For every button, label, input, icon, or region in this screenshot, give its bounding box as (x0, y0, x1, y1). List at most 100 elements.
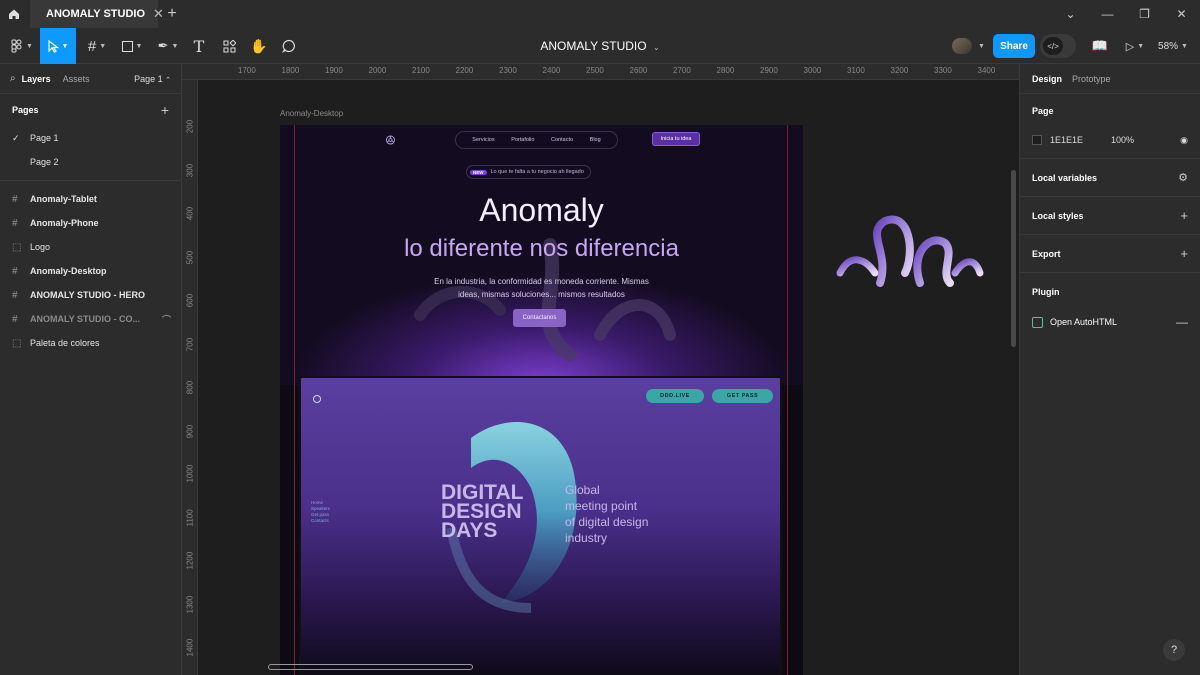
horizontal-scrollbar[interactable] (268, 664, 473, 670)
layer-item[interactable]: # Anomaly-Desktop (0, 259, 181, 283)
ruler-tick-label: 2800 (716, 66, 735, 75)
ddd-live-button[interactable]: DDD.LIVE (646, 389, 704, 403)
layer-item[interactable]: # Anomaly-Phone (0, 211, 181, 235)
frame-icon: # (12, 313, 18, 325)
title-bar: ANOMALY STUDIO ✕ + ⌄ — ❐ ✕ (0, 0, 1200, 28)
desktop-frame[interactable]: ꔮ Servicios Portafolio Contacto Blog Ini… (280, 125, 803, 675)
frame-tool[interactable]: # ▼ (82, 28, 112, 64)
plugin-section: Plugin Open AutoHTML — (1020, 273, 1200, 334)
ddd-logo[interactable] (313, 390, 341, 403)
nav-link[interactable]: Contacto (551, 137, 573, 143)
contact-button[interactable]: Contactanos (513, 309, 566, 327)
ruler-tick-label: 1100 (185, 508, 195, 526)
present-button[interactable]: ▷ ▼ (1122, 28, 1148, 64)
dev-mode-toggle[interactable]: </> (1040, 34, 1076, 58)
resources-icon (223, 39, 236, 52)
chevron-down-icon[interactable]: ⌄ (1052, 0, 1089, 28)
book-icon: 📖 (1091, 38, 1109, 53)
page-heading: Page (1032, 106, 1054, 116)
page-item-2[interactable]: Page 2 (0, 150, 181, 174)
vertical-scrollbar[interactable] (1011, 170, 1016, 347)
plugin-name: Open AutoHTML (1050, 317, 1118, 327)
local-variables-row[interactable]: Local variables ⚙ (1032, 159, 1188, 196)
share-button[interactable]: Share (993, 34, 1035, 58)
anomaly-logo-icon[interactable]: ꔮ (385, 132, 396, 149)
help-button[interactable]: ? (1163, 639, 1185, 661)
export-row[interactable]: Export + (1032, 235, 1188, 272)
layer-item[interactable]: # ANOMALY STUDIO - HERO (0, 283, 181, 307)
file-tab[interactable]: ANOMALY STUDIO ✕ (30, 0, 164, 28)
home-button[interactable] (0, 0, 28, 28)
local-variables-section: Local variables ⚙ (1020, 159, 1200, 197)
add-icon[interactable]: + (1180, 208, 1188, 223)
tab-prototype[interactable]: Prototype (1072, 74, 1111, 84)
get-pass-button[interactable]: GET PASS (712, 389, 773, 403)
page-item-1[interactable]: ✓ Page 1 (0, 126, 181, 150)
eye-icon[interactable]: ◉ (1180, 135, 1188, 146)
minimize-icon[interactable]: — (1089, 0, 1126, 28)
tab-assets[interactable]: Assets (63, 74, 90, 84)
layer-item[interactable]: ⬚ Paleta de colores (0, 331, 181, 355)
layers-panel: ⌕ Layers Assets Page 1 ⌃ Pages + ✓ Page 1… (0, 64, 182, 675)
page-opacity-value[interactable]: 100% (1111, 135, 1134, 145)
announcement-badge[interactable]: NEW Lo que te falta a tu negocio ah lleg… (466, 165, 591, 179)
page-selector[interactable]: Page 1 ⌃ (134, 74, 171, 84)
hidden-eye-icon[interactable]: ⌒ (162, 313, 171, 326)
sliders-icon[interactable]: ⚙ (1178, 171, 1188, 184)
library-button[interactable]: 📖 (1090, 28, 1110, 64)
comment-icon (282, 39, 295, 53)
layer-label: Logo (30, 242, 51, 252)
plugin-item[interactable]: Open AutoHTML — (1032, 310, 1188, 334)
layer-item[interactable]: # ANOMALY STUDIO - CO... ⌒ (0, 307, 181, 331)
pen-tool[interactable]: ✒ ▼ (154, 28, 182, 64)
zoom-control[interactable]: 58% ▼ (1156, 28, 1190, 64)
hero-paragraph-line: En la industria, la conformidad es moned… (434, 277, 649, 286)
comment-tool[interactable] (278, 28, 300, 64)
layer-label: Anomaly-Phone (30, 218, 99, 228)
hand-tool[interactable]: ✋ (248, 28, 270, 64)
ruler-tick-label: 2600 (629, 66, 648, 75)
side-text-line: industry (565, 531, 608, 545)
nav-link[interactable]: Portafolio (511, 137, 534, 143)
file-title-button[interactable]: ANOMALY STUDIO ⌄ (540, 39, 659, 53)
new-tab-button[interactable]: + (158, 5, 186, 23)
restore-icon[interactable]: ❐ (1126, 0, 1163, 28)
hero-title: Anomaly (479, 192, 604, 228)
nav-link[interactable]: Servicios (472, 137, 494, 143)
badge-text: Lo que te falta a tu negocio ah llegado (490, 169, 584, 175)
layer-item[interactable]: # Anomaly-Tablet (0, 187, 181, 211)
add-icon[interactable]: + (1180, 246, 1188, 261)
chevron-down-icon[interactable]: ▼ (974, 28, 986, 64)
search-icon[interactable]: ⌕ (10, 73, 16, 84)
showcase-menu-item[interactable]: Contacts (311, 518, 330, 524)
page-color-row[interactable]: 1E1E1E 100% ◉ (1032, 128, 1188, 152)
toolbar: ▼ ▼ # ▼ ▼ ✒ ▼ T ✋ ANOMALY STUDIO ⌄ ▼ Share… (0, 28, 1200, 64)
add-page-button[interactable]: + (161, 102, 169, 118)
section-icon: ⬚ (12, 241, 22, 253)
resources-tool[interactable] (218, 28, 240, 64)
tab-design[interactable]: Design (1032, 74, 1062, 84)
shape-tool[interactable]: ▼ (118, 28, 146, 64)
canvas[interactable]: Anomaly-Desktop ꔮ Servicios Portafolio C… (198, 80, 1019, 675)
anomaly-logo-graphic[interactable] (835, 213, 985, 293)
page-label: Page 2 (30, 157, 59, 167)
tab-layers[interactable]: Layers (22, 74, 51, 84)
ruler-tick-label: 2100 (412, 66, 430, 75)
page-color-value[interactable]: 1E1E1E (1050, 135, 1083, 145)
ruler-tick-label: 3000 (803, 66, 822, 75)
frame-label[interactable]: Anomaly-Desktop (280, 109, 343, 118)
ruler-tick-label: 1400 (185, 638, 195, 657)
nav-cta-button[interactable]: Inicia tu idea (652, 132, 700, 146)
color-swatch[interactable] (1032, 135, 1042, 145)
move-tool[interactable]: ▼ (40, 28, 76, 64)
local-styles-row[interactable]: Local styles + (1032, 197, 1188, 234)
section-icon: ⬚ (12, 337, 22, 349)
nav-link[interactable]: Blog (590, 137, 601, 143)
text-tool[interactable]: T (188, 28, 210, 64)
check-icon: ✓ (12, 132, 20, 143)
main-menu-button[interactable]: ▼ (6, 28, 38, 64)
remove-icon[interactable]: — (1176, 315, 1188, 329)
close-window-icon[interactable]: ✕ (1163, 0, 1200, 28)
layer-item[interactable]: ⬚ Logo (0, 235, 181, 259)
avatar[interactable] (952, 38, 972, 54)
